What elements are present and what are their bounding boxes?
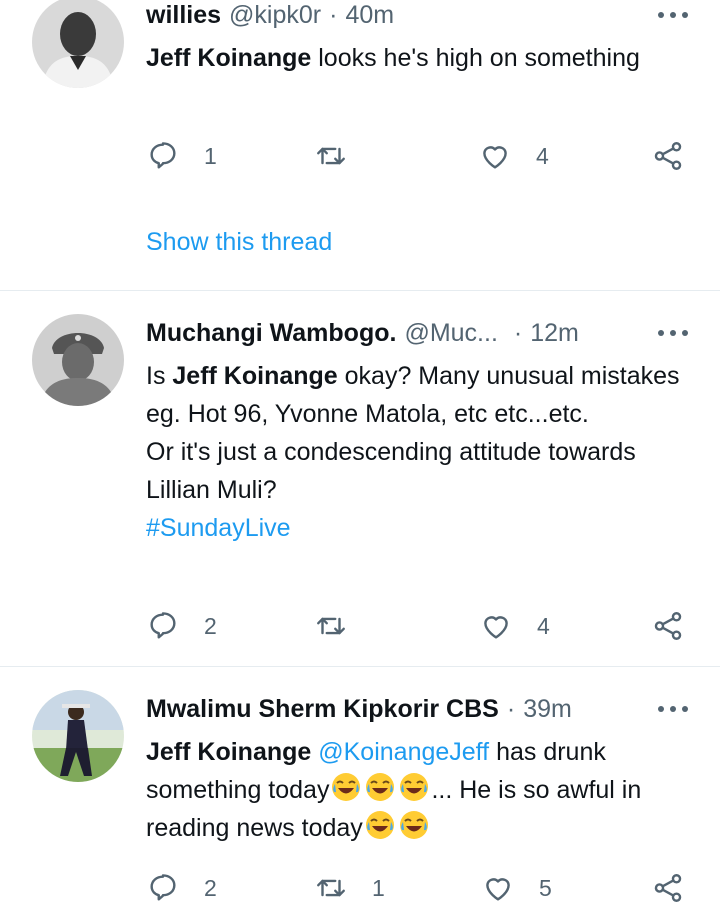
tweet-text: Is Jeff Koinange okay? Many unusual mist…: [146, 357, 691, 547]
like-icon: [486, 878, 510, 901]
avatar[interactable]: [32, 0, 124, 88]
laughing-emoji: [400, 773, 429, 801]
retweet-icon: [317, 147, 345, 165]
tweet-actions: 2 4: [146, 606, 691, 646]
avatar[interactable]: [32, 314, 124, 406]
display-name[interactable]: willies: [146, 1, 221, 30]
tweet-actions: 1 4: [146, 136, 691, 176]
display-name[interactable]: Mwalimu Sherm Kipkorir CBS: [146, 695, 499, 724]
share-button[interactable]: [651, 606, 685, 646]
tweet-text: Jeff Koinange looks he's high on somethi…: [146, 39, 691, 77]
laughing-emoji: [332, 773, 361, 801]
reply-button[interactable]: 1: [146, 136, 217, 176]
text-rest: looks he's high on something: [311, 44, 640, 72]
retweet-button[interactable]: 1: [314, 868, 385, 908]
reply-count: 2: [204, 612, 217, 639]
like-count: 4: [537, 612, 550, 639]
like-icon: [484, 616, 508, 639]
bold-name: Jeff Koinange: [146, 44, 312, 72]
bold-name: Jeff Koinange: [146, 738, 312, 766]
tweet-1[interactable]: willies @kipk0r · 40m Jeff Koinange look…: [0, 0, 720, 290]
user-handle[interactable]: @Muc...: [404, 319, 497, 348]
tweet-header: willies @kipk0r · 40m: [146, 0, 690, 32]
reply-icon: [150, 874, 176, 901]
separator-dot: ·: [513, 318, 523, 347]
more-icon[interactable]: [658, 10, 688, 20]
retweet-icon: [317, 617, 345, 635]
like-button[interactable]: 5: [481, 868, 552, 908]
hashtag-link[interactable]: #SundayLive: [146, 509, 691, 547]
share-icon: [654, 874, 682, 902]
laughing-emoji: [365, 811, 394, 839]
laughing-emoji: [366, 773, 395, 801]
retweet-count: 1: [372, 874, 385, 901]
show-thread-link[interactable]: Show this thread: [146, 228, 332, 257]
tweet-2[interactable]: Muchangi Wambogo. @Muc... · 12m Is Jeff …: [0, 291, 720, 666]
like-button[interactable]: 4: [479, 606, 550, 646]
retweet-button[interactable]: [314, 606, 372, 646]
like-count: 5: [539, 874, 552, 901]
timestamp[interactable]: 39m: [523, 695, 572, 724]
retweet-icon: [317, 879, 345, 897]
reply-count: 1: [204, 142, 217, 169]
reply-button[interactable]: 2: [146, 868, 217, 908]
separator-dot: ·: [329, 0, 338, 29]
more-icon[interactable]: [658, 704, 688, 714]
like-count: 4: [536, 142, 549, 169]
mention-link[interactable]: @KoinangeJeff: [318, 738, 489, 766]
text-line-2: Or it's just a condescending attitude to…: [146, 438, 636, 504]
share-button[interactable]: [651, 868, 685, 908]
share-icon: [654, 612, 682, 640]
share-button[interactable]: [651, 136, 685, 176]
reply-icon: [150, 142, 176, 169]
laughing-emoji: [399, 811, 428, 839]
reply-count: 2: [204, 874, 217, 901]
reply-icon: [150, 612, 176, 639]
text-pre: Is: [146, 362, 173, 390]
display-name[interactable]: Muchangi Wambogo.: [146, 319, 396, 348]
timestamp[interactable]: 12m: [530, 319, 579, 348]
like-icon: [483, 146, 507, 169]
avatar[interactable]: [32, 690, 124, 782]
tweet-header: Mwalimu Sherm Kipkorir CBS · 39m: [146, 692, 690, 726]
tweet-header: Muchangi Wambogo. @Muc... · 12m: [146, 316, 690, 350]
user-handle[interactable]: @kipk0r: [229, 1, 321, 30]
tweet-3[interactable]: Mwalimu Sherm Kipkorir CBS · 39m Jeff Ko…: [0, 667, 720, 910]
retweet-button[interactable]: [314, 136, 372, 176]
reply-button[interactable]: 2: [146, 606, 217, 646]
separator-dot: ·: [506, 694, 516, 723]
like-button[interactable]: 4: [478, 136, 549, 176]
tweet-actions: 2 1 5: [146, 868, 691, 908]
tweet-text: Jeff Koinange @KoinangeJeff has drunk so…: [146, 733, 691, 847]
more-icon[interactable]: [658, 328, 688, 338]
share-icon: [654, 142, 682, 170]
timestamp[interactable]: 40m: [345, 1, 394, 30]
bold-name: Jeff Koinange: [172, 362, 338, 390]
